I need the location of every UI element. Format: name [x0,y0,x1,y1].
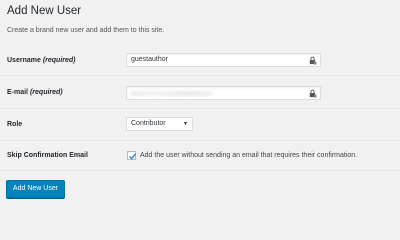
add-new-user-page: Add New User Create a brand new user and… [0,0,400,213]
add-new-user-button[interactable]: Add New User [6,180,65,198]
row-divider [0,75,400,76]
row-divider [0,108,400,109]
skip-confirmation-checkbox[interactable] [127,151,137,160]
username-label: Username (required) [7,57,75,64]
page-title: Add New User [7,5,82,17]
checkmark-icon [129,153,137,160]
username-value: guestauthor [131,56,168,63]
email-label: E-mail (required) [7,89,63,96]
role-label: Role [7,121,23,128]
email-required-note: (required) [29,89,63,96]
username-label-text: Username [7,57,41,64]
email-label-text: E-mail [7,89,29,96]
lock-icon [309,89,317,98]
role-selected-value: Contributor [131,120,166,127]
email-input[interactable] [126,86,321,100]
row-divider [0,140,400,141]
chevron-down-icon: ▼ [183,121,188,127]
role-select[interactable]: Contributor ▼ [126,117,193,131]
username-input[interactable]: guestauthor [126,53,321,67]
username-required-note: (required) [42,57,76,64]
lock-icon [309,56,317,65]
skip-confirmation-label: Skip Confirmation Email [7,152,88,159]
skip-confirmation-description[interactable]: Add the user without sending an email th… [140,152,357,159]
row-divider [0,170,400,171]
page-description: Create a brand new user and add them to … [7,27,165,34]
email-value-redacted [131,91,213,96]
